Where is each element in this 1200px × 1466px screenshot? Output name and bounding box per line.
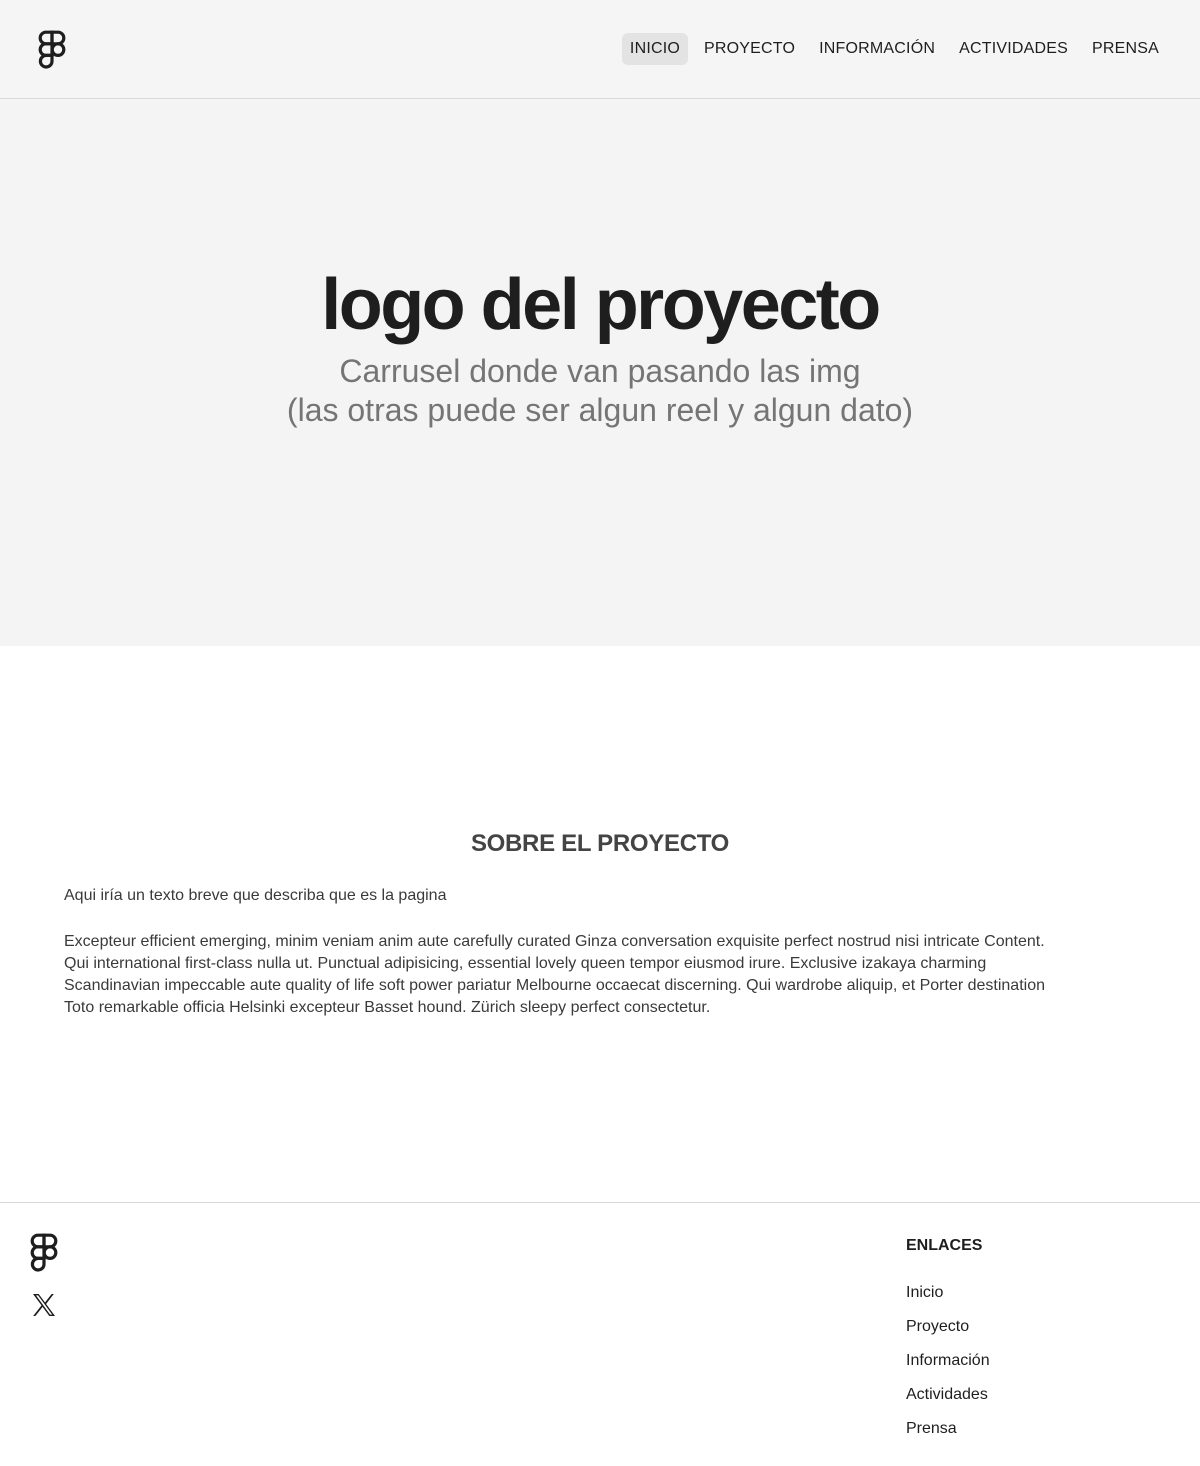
about-intro: Aqui iría un texto breve que describa qu… (64, 887, 447, 904)
nav-item-actividades[interactable]: ACTIVIDADES (951, 33, 1076, 65)
site-footer: ENLACES Inicio Proyecto Información Acti… (0, 1202, 1200, 1466)
nav-item-prensa[interactable]: PRENSA (1084, 33, 1167, 65)
hero-carousel: logo del proyecto Carrusel donde van pas… (0, 99, 1200, 646)
footer-link-actividades[interactable]: Actividades (906, 1386, 990, 1404)
hero-subtitle-line-2: (las otras puede ser algun reel y algun … (286, 392, 914, 428)
hero-title: logo del proyecto (321, 265, 881, 345)
about-title: SOBRE EL PROYECTO (470, 830, 730, 857)
x-icon[interactable] (31, 1292, 57, 1318)
footer-links: ENLACES Inicio Proyecto Información Acti… (906, 1237, 990, 1454)
hero-subtitle: Carrusel donde van pasando las img (las … (0, 352, 1200, 430)
footer-link-inicio[interactable]: Inicio (906, 1284, 990, 1302)
hero-subtitle-line-1: Carrusel donde van pasando las img (339, 353, 861, 389)
figma-logo-icon[interactable] (29, 1233, 59, 1273)
site-header: INICIO PROYECTO INFORMACIÓN ACTIVIDADES … (0, 0, 1200, 99)
nav-item-informacion[interactable]: INFORMACIÓN (811, 33, 943, 65)
figma-logo-icon[interactable] (37, 30, 67, 70)
footer-link-proyecto[interactable]: Proyecto (906, 1318, 990, 1336)
main-nav: INICIO PROYECTO INFORMACIÓN ACTIVIDADES … (621, 33, 1167, 65)
footer-link-prensa[interactable]: Prensa (906, 1420, 990, 1438)
footer-link-informacion[interactable]: Información (906, 1352, 990, 1370)
about-body: Excepteur efficient emerging, minim veni… (64, 933, 1045, 1016)
nav-item-proyecto[interactable]: PROYECTO (696, 33, 803, 65)
nav-item-inicio[interactable]: INICIO (621, 33, 689, 65)
footer-links-title: ENLACES (906, 1237, 983, 1254)
